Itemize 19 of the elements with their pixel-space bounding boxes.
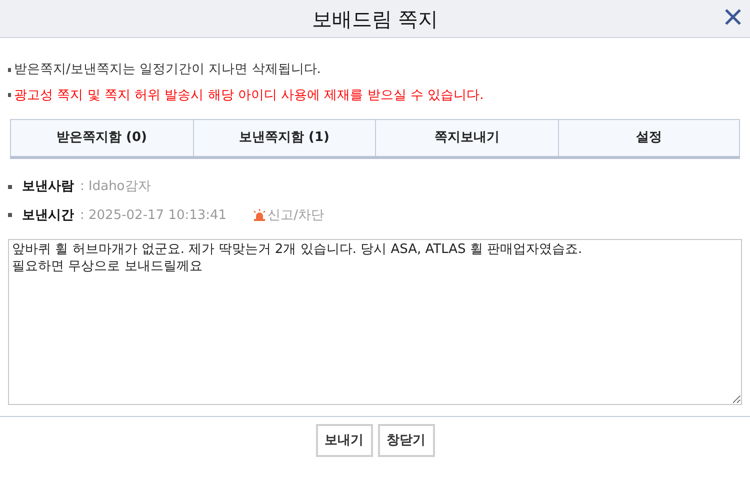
tab[interactable]: 설정: [558, 120, 740, 156]
notice-text: 광고성 쪽지 및 쪽지 허위 발송시 해당 아이디 사용에 제재를 받으실 수 있습니다.: [14, 86, 484, 104]
tab[interactable]: 보낸쪽지함 (1): [192, 120, 375, 156]
field-value: : Idaho감자: [80, 178, 151, 196]
window-title: 보배드림 쪽지: [312, 6, 438, 32]
bullet-icon: [8, 68, 11, 72]
message-field[interactable]: 앞바퀴 휠 허브마개가 없군요. 제가 딱맞는거 2개 있습니다. 당시 ASA, ATLAS 휠 판매업자였습죠. 필요하면 무상으로 보내드릴께요: [8, 239, 742, 405]
bullet-icon: [8, 213, 12, 218]
bullet-icon: [8, 93, 11, 98]
tab[interactable]: 받은쪽지함 (0): [10, 120, 192, 156]
siren-icon: [252, 209, 266, 222]
dialog-button[interactable]: 창닫기: [378, 424, 434, 457]
notice-text: 받은쪽지/보낸쪽지는 일정기간이 지나면 삭제됩니다.: [14, 61, 321, 79]
tab[interactable]: 쪽지보내기: [375, 120, 558, 156]
field-label: 보낸사람: [22, 178, 74, 196]
field-label: 보낸시간: [22, 206, 74, 224]
dialog-button[interactable]: 보내기: [316, 424, 372, 457]
bullet-icon: [8, 184, 12, 189]
field-value: : 2025-02-17 10:13:41: [80, 206, 227, 224]
